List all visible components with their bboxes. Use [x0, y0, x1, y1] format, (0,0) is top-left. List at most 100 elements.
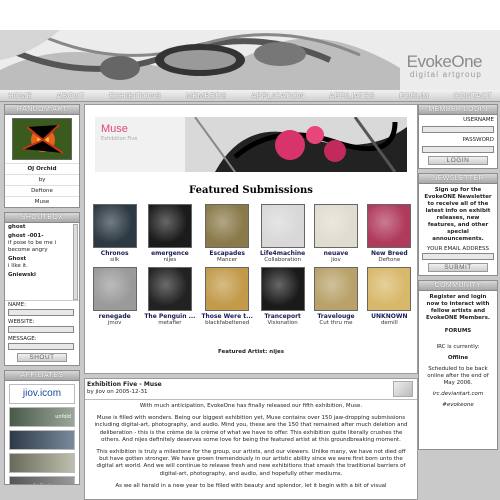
featured-item[interactable]: Life4machine Collaboration	[259, 204, 306, 263]
thumb-image[interactable]	[205, 204, 250, 248]
thumb-image[interactable]	[367, 267, 412, 311]
thumb-title[interactable]: emergence	[144, 250, 195, 257]
newsletter-submit-button[interactable]: SUBMIT	[428, 263, 488, 272]
newsletter-text: Sign up for the EvokeONE Newsletter to r…	[424, 187, 492, 242]
random-art-title: RANDOM ART	[5, 105, 79, 115]
random-art-name[interactable]: OJ Orchid	[5, 163, 79, 174]
website-label: WEBSITE:	[8, 319, 35, 325]
featured-item[interactable]: Tranceport Visionation	[259, 267, 306, 326]
thumb-author[interactable]: jiov	[312, 257, 359, 263]
muse-banner-art	[95, 117, 407, 172]
featured-grid: Chronos silk emergence nijes Escapades Manc…	[91, 204, 413, 326]
affiliate-logo[interactable]	[9, 453, 75, 473]
thumb-author[interactable]: Mancer	[201, 257, 253, 263]
thumb-title[interactable]: neuave	[312, 250, 359, 257]
newsletter-box: NEWSLETTER Sign up for the EvokeONE News…	[418, 173, 498, 276]
thumb-author[interactable]: silk	[91, 257, 138, 263]
featured-item[interactable]: Those Were t... blackfabeltened	[201, 267, 253, 326]
news-paragraph: With much anticipation, EvokeOne has fin…	[139, 403, 363, 409]
thumb-author[interactable]: nijes	[144, 257, 195, 263]
login-button[interactable]: LOGIN	[428, 156, 488, 165]
featured-item[interactable]: neuave jiov	[312, 204, 359, 263]
thumb-author[interactable]: jmov	[91, 320, 138, 326]
irc-server-link[interactable]: irc.deviantart.com	[419, 389, 497, 400]
featured-item[interactable]: UNKNOWN demill	[366, 267, 413, 326]
thumb-title[interactable]: Those Were t...	[201, 313, 253, 320]
affiliate-logo-name: lodiasi	[34, 483, 50, 484]
affiliate-logo[interactable]: unfold	[9, 407, 75, 427]
featured-item[interactable]: renegade jmov	[91, 267, 138, 326]
thumb-image[interactable]	[260, 267, 305, 311]
nav-application[interactable]: APPLICATION	[251, 90, 304, 101]
featured-item[interactable]: The Penguin ... metafier	[144, 267, 195, 326]
thumb-image[interactable]	[313, 267, 358, 311]
random-art-image[interactable]	[12, 118, 72, 160]
thumb-author[interactable]: Visionation	[259, 320, 306, 326]
shout-message: Ghost i like it.	[5, 255, 79, 271]
affiliate-logo[interactable]	[9, 430, 75, 450]
shoutbox-scrollbar[interactable]	[73, 224, 78, 300]
muse-banner[interactable]: Muse Exhibition Five	[95, 117, 407, 172]
thumb-title[interactable]: Chronos	[91, 250, 138, 257]
shout-name-input[interactable]	[8, 309, 74, 316]
thumb-title[interactable]: The Penguin ...	[144, 313, 195, 320]
random-art-artist[interactable]: Deftone	[5, 185, 79, 196]
affiliate-logo[interactable]: lodiasi	[9, 476, 75, 484]
featured-item[interactable]: Travelouge Cut thru me	[312, 267, 359, 326]
thumb-image[interactable]	[367, 204, 412, 248]
news-paragraph: As we all herald in a new year to be fil…	[115, 482, 387, 489]
shoutbox: SHOUTBOX ghost ghost -001- if pose to be …	[4, 212, 80, 366]
nav-contact[interactable]: CONTACT	[453, 90, 492, 101]
nav-exhibitions[interactable]: EXHIBITIONS	[109, 90, 161, 101]
featured-item[interactable]: emergence nijes	[144, 204, 195, 263]
affiliate-logo[interactable]: jiov.icom	[9, 384, 75, 404]
thumb-image[interactable]	[147, 204, 192, 248]
shout-button[interactable]: SHOUT	[17, 353, 67, 362]
thumb-image[interactable]	[92, 204, 137, 248]
thumb-author[interactable]: metafier	[144, 320, 195, 326]
featured-item[interactable]: Escapades Mancer	[201, 204, 253, 263]
brand-tagline: digital artgroup	[409, 70, 482, 79]
thumb-title[interactable]: New Breed	[366, 250, 413, 257]
nav-about[interactable]: ABOUT	[57, 90, 85, 101]
main-nav: HOME ABOUT EXHIBITIONS MEMBERS APPLICATI…	[0, 90, 500, 102]
thumb-author[interactable]: demill	[366, 320, 413, 326]
featured-item[interactable]: Chronos silk	[91, 204, 138, 263]
nav-members[interactable]: MEMBERS	[186, 90, 227, 101]
shout-message-input[interactable]	[8, 343, 74, 350]
random-art-by: by	[5, 174, 79, 185]
thumb-title[interactable]: Life4machine	[259, 250, 306, 257]
thumb-image[interactable]	[205, 267, 250, 311]
nav-forum[interactable]: FORUM	[399, 90, 429, 101]
thumb-author[interactable]: blackfabeltened	[201, 320, 253, 326]
username-input[interactable]	[422, 126, 494, 133]
thumb-title[interactable]: UNKNOWN	[366, 313, 413, 320]
thumb-author[interactable]: Deftone	[366, 257, 413, 263]
thumb-image[interactable]	[92, 267, 137, 311]
thumb-title[interactable]: Travelouge	[312, 313, 359, 320]
brand-logo[interactable]: EvokeOne digital artgroup	[407, 52, 483, 79]
shoutbox-messages[interactable]: ghost ghost -001- if pose to be me i beco…	[5, 223, 79, 301]
right-sidebar: MEMBER LOGIN USERNAME PASSWORD LOGIN NEW…	[418, 104, 498, 500]
featured-item[interactable]: New Breed Deftone	[366, 204, 413, 263]
irc-schedule: Scheduled to be back online after the en…	[427, 366, 489, 386]
news-title[interactable]: Exhibition Five - Muse	[87, 381, 162, 388]
nav-home[interactable]: HOME	[8, 90, 32, 101]
nav-affiliates[interactable]: AFFILIATES	[329, 90, 375, 101]
password-input[interactable]	[422, 146, 494, 153]
thumb-image[interactable]	[260, 204, 305, 248]
thumb-image[interactable]	[147, 267, 192, 311]
random-art-group[interactable]: Muse	[5, 196, 79, 207]
thumb-title[interactable]: renegade	[91, 313, 138, 320]
thumb-image[interactable]	[313, 204, 358, 248]
shout-website-input[interactable]	[8, 326, 74, 333]
thumb-title[interactable]: Tranceport	[259, 313, 306, 320]
news-icon	[393, 381, 413, 397]
forums-link[interactable]: FORUMS	[419, 325, 497, 338]
thumb-author[interactable]: Collaboration	[259, 257, 306, 263]
thumb-author[interactable]: Cut thru me	[312, 320, 359, 326]
irc-channel-link[interactable]: #evokeone	[419, 400, 497, 411]
random-art-box: RANDOM ART OJ Orchid by Deftone Muse	[4, 104, 80, 208]
thumb-title[interactable]: Escapades	[201, 250, 253, 257]
newsletter-email-input[interactable]	[422, 253, 494, 260]
